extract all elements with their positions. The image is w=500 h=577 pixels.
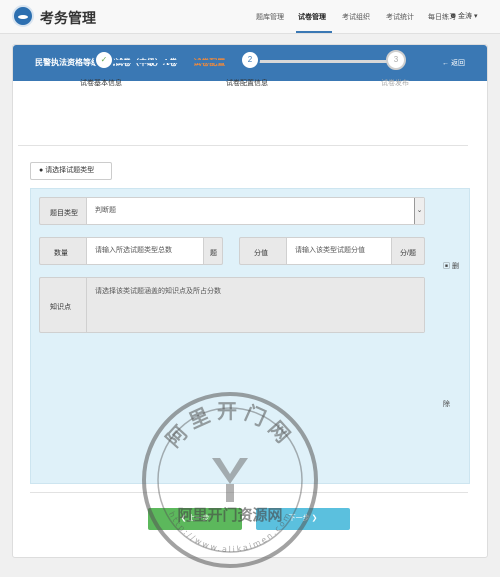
knowledge-label: 知识点 bbox=[50, 304, 71, 311]
divider-bottom bbox=[30, 492, 468, 493]
step-connector-2 bbox=[250, 60, 396, 63]
delete-label-2: 除 bbox=[443, 401, 450, 408]
score-placeholder: 请输入该类型试题分值 bbox=[295, 247, 365, 254]
step-connector-1 bbox=[104, 60, 250, 63]
knowledge-points-area[interactable]: 请选择该类试题涵盖的知识点及所占分数 bbox=[86, 278, 424, 332]
nav-active-indicator bbox=[296, 31, 332, 33]
chevron-down-icon[interactable]: ⌄ bbox=[414, 198, 424, 224]
police-logo-icon bbox=[12, 5, 34, 27]
nav-exam-organization[interactable]: 考试组织 bbox=[342, 12, 370, 22]
score-input[interactable]: 请输入该类型试题分值 bbox=[286, 238, 392, 264]
quantity-placeholder: 请输入所选试题类型总数 bbox=[95, 247, 172, 254]
question-type-select[interactable]: 判断题 ⌄ bbox=[86, 198, 424, 224]
score-label: 分值 bbox=[254, 250, 268, 257]
app-title: 考务管理 bbox=[40, 11, 96, 27]
score-unit: 分/题 bbox=[400, 250, 416, 257]
nav-paper-management[interactable]: 试卷管理 bbox=[298, 12, 326, 22]
quantity-input[interactable]: 请输入所选试题类型总数 bbox=[86, 238, 204, 264]
step-1-label: 试卷基本信息 bbox=[80, 80, 122, 87]
delete-button-2[interactable]: 除 bbox=[443, 399, 450, 409]
arrow-left-icon: ← bbox=[442, 60, 451, 67]
score-group: 分值 请输入该类型试题分值 分/题 bbox=[239, 237, 425, 265]
question-type-value: 判断题 bbox=[95, 207, 116, 214]
nav-exam-statistics[interactable]: 考试统计 bbox=[386, 12, 414, 22]
quantity-group: 数量 请输入所选试题类型总数 题 bbox=[39, 237, 223, 265]
back-link[interactable]: ← 返回 bbox=[442, 58, 465, 68]
divider bbox=[18, 145, 468, 146]
nav-question-bank[interactable]: 题库管理 bbox=[256, 12, 284, 22]
check-icon: ✓ bbox=[100, 55, 108, 64]
question-type-row: 题目类型 判断题 ⌄ bbox=[39, 197, 425, 225]
next-step-button[interactable]: 下一步 ❯ bbox=[256, 508, 350, 530]
quantity-unit: 题 bbox=[210, 250, 217, 257]
top-navbar: 考务管理 题库管理 试卷管理 考试组织 考试统计 每日练习 金涛 ▾ ☻ bbox=[0, 0, 500, 34]
question-config-panel: 题目类型 判断题 ⌄ 数量 请输入所选试题类型总数 题 分值 请输入该类型试题分… bbox=[30, 188, 470, 484]
prev-step-button[interactable]: ❮ 上一步 bbox=[148, 508, 242, 530]
delete-label: 删 bbox=[451, 263, 459, 270]
knowledge-placeholder: 请选择该类试题涵盖的知识点及所占分数 bbox=[95, 288, 221, 295]
chevron-right-icon: ❯ bbox=[309, 515, 318, 522]
user-icon: ☻ bbox=[449, 11, 458, 20]
step-3-label: 试卷发布 bbox=[381, 80, 409, 87]
step-1-circle: ✓ bbox=[94, 50, 114, 70]
quantity-label: 数量 bbox=[54, 250, 68, 257]
question-type-label: 题目类型 bbox=[50, 210, 78, 217]
step-3-circle: 3 bbox=[386, 50, 406, 70]
step-2-label: 试卷配置信息 bbox=[226, 80, 268, 87]
user-menu[interactable]: 金涛 ▾ bbox=[458, 11, 477, 21]
prev-step-label: 上一步 bbox=[188, 515, 210, 522]
back-label: 返回 bbox=[451, 60, 465, 67]
delete-button[interactable]: ▣ 删 bbox=[443, 261, 459, 271]
knowledge-group: 知识点 请选择该类试题涵盖的知识点及所占分数 bbox=[39, 277, 425, 333]
next-step-label: 下一步 bbox=[288, 515, 310, 522]
trash-icon: ▣ bbox=[443, 263, 450, 270]
select-question-type-label: 请选择试题类型 bbox=[45, 167, 95, 174]
step-2-circle: 2 bbox=[240, 50, 260, 70]
select-question-type-button[interactable]: ● 请选择试题类型 bbox=[30, 162, 112, 180]
